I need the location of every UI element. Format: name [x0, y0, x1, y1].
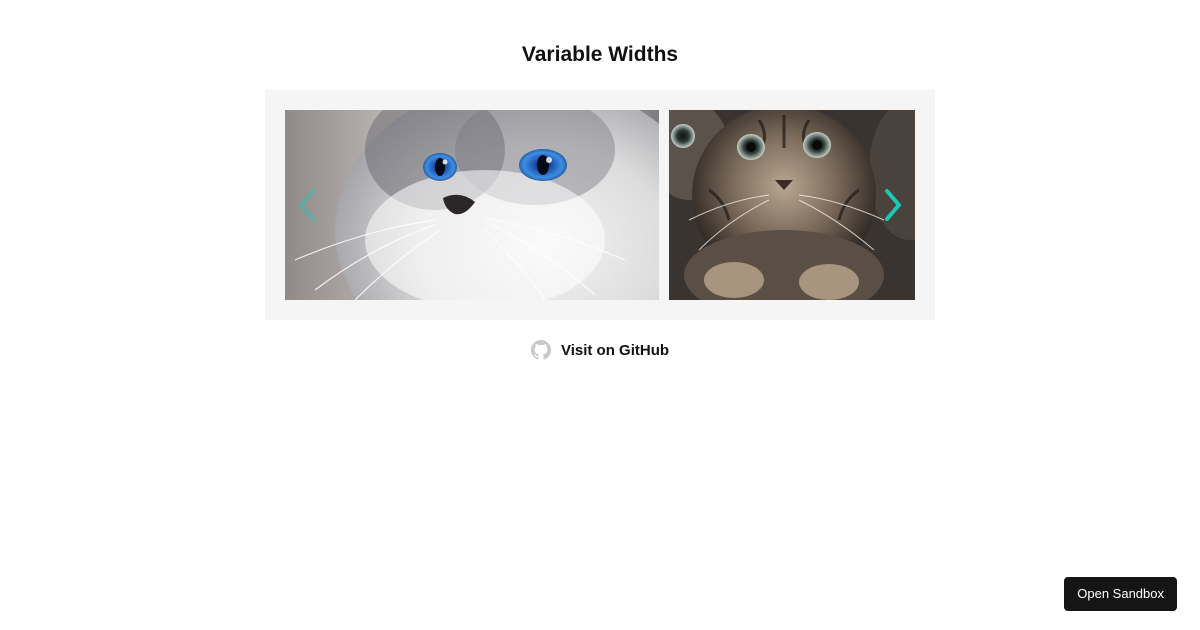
carousel-prev-button[interactable]: [295, 188, 319, 222]
white-cat-image: [285, 110, 659, 300]
chevron-left-icon: [299, 189, 315, 221]
tabby-kitten-image: [669, 110, 915, 300]
carousel-slide-1[interactable]: [285, 110, 659, 300]
chevron-right-icon: [885, 189, 901, 221]
open-sandbox-button[interactable]: Open Sandbox: [1064, 577, 1177, 611]
image-carousel: [265, 90, 935, 320]
github-link-label: Visit on GitHub: [560, 341, 670, 359]
github-icon: [530, 340, 551, 360]
carousel-viewport[interactable]: [285, 110, 915, 300]
page-title: Variable Widths: [521, 43, 679, 66]
carousel-next-button[interactable]: [881, 188, 905, 222]
page: Variable Widths Visit on GitHub Open San…: [0, 0, 1200, 630]
carousel-slide-2[interactable]: [669, 110, 915, 300]
github-link[interactable]: Visit on GitHub: [0, 340, 1200, 360]
